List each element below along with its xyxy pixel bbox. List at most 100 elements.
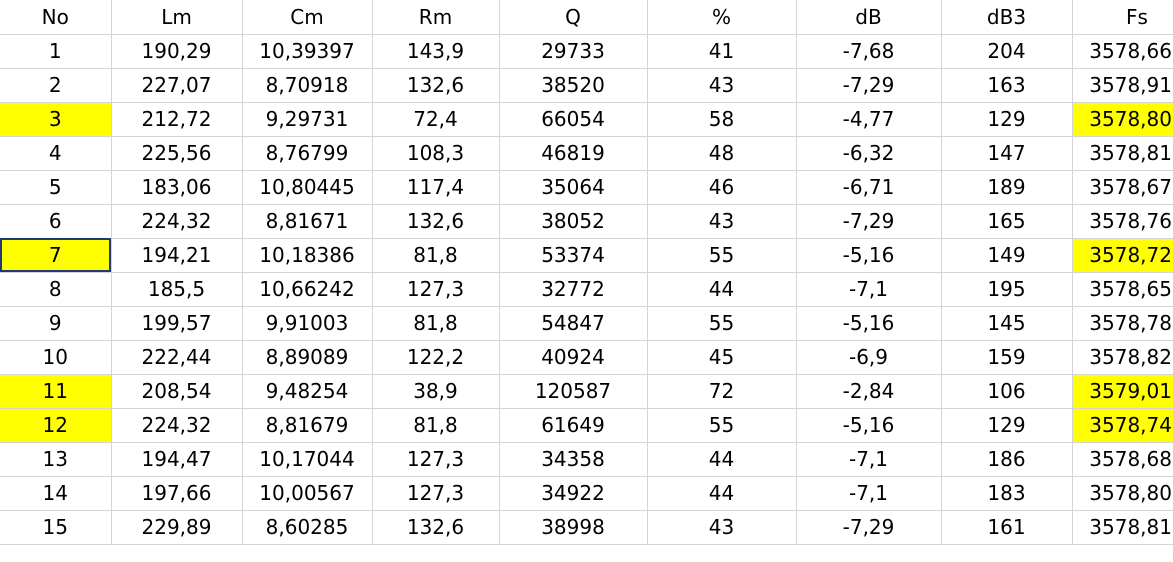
cell-db[interactable]: -2,84: [796, 374, 942, 409]
cell-rm[interactable]: 127,3: [372, 476, 500, 511]
cell-db[interactable]: -7,68: [796, 34, 942, 69]
cell-rm[interactable]: 72,4: [372, 102, 500, 137]
cell-lm[interactable]: 185,5: [111, 272, 243, 307]
cell-fs[interactable]: 3578,781: [1072, 306, 1173, 341]
cell-lm[interactable]: 199,57: [111, 306, 243, 341]
cell-db3[interactable]: 106: [941, 374, 1073, 409]
cell-rm[interactable]: 132,6: [372, 68, 500, 103]
cell-lm[interactable]: 225,56: [111, 136, 243, 171]
cell-cm[interactable]: 10,17044: [242, 442, 373, 477]
cell-rm[interactable]: 108,3: [372, 136, 500, 171]
cell-rm[interactable]: 132,6: [372, 510, 500, 545]
cell-db[interactable]: -6,71: [796, 170, 942, 205]
cell-cm[interactable]: 8,60285: [242, 510, 373, 545]
cell-percent[interactable]: 43: [647, 68, 797, 103]
cell-cm[interactable]: 9,48254: [242, 374, 373, 409]
cell-rm[interactable]: 127,3: [372, 442, 500, 477]
cell-db[interactable]: -7,29: [796, 510, 942, 545]
cell-db[interactable]: -4,77: [796, 102, 942, 137]
cell-percent[interactable]: 72: [647, 374, 797, 409]
cell-q[interactable]: 35064: [499, 170, 648, 205]
cell-cm[interactable]: 10,18386: [242, 238, 373, 273]
cell-db3[interactable]: 165: [941, 204, 1073, 239]
cell-percent[interactable]: 44: [647, 272, 797, 307]
cell-fs[interactable]: 3579,012: [1072, 374, 1173, 409]
cell-q[interactable]: 46819: [499, 136, 648, 171]
cell-cm[interactable]: 8,81679: [242, 408, 373, 443]
cell-no[interactable]: 12: [0, 408, 112, 443]
cell-db3[interactable]: 186: [941, 442, 1073, 477]
cell-cm[interactable]: 9,29731: [242, 102, 373, 137]
cell-db[interactable]: -6,32: [796, 136, 942, 171]
cell-no[interactable]: 4: [0, 136, 112, 171]
cell-percent[interactable]: 41: [647, 34, 797, 69]
cell-fs[interactable]: 3578,658: [1072, 272, 1173, 307]
cell-q[interactable]: 32772: [499, 272, 648, 307]
cell-fs[interactable]: 3578,673: [1072, 170, 1173, 205]
cell-q[interactable]: 34922: [499, 476, 648, 511]
cell-fs[interactable]: 3578,917: [1072, 68, 1173, 103]
cell-percent[interactable]: 55: [647, 238, 797, 273]
cell-fs[interactable]: 3578,668: [1072, 34, 1173, 69]
cell-no[interactable]: 1: [0, 34, 112, 69]
header-cell-rm[interactable]: Rm: [372, 0, 500, 35]
cell-lm[interactable]: 224,32: [111, 408, 243, 443]
cell-db3[interactable]: 159: [941, 340, 1073, 375]
cell-fs[interactable]: 3578,724: [1072, 238, 1173, 273]
cell-no[interactable]: 15: [0, 510, 112, 545]
cell-cm[interactable]: 10,80445: [242, 170, 373, 205]
cell-rm[interactable]: 132,6: [372, 204, 500, 239]
cell-no[interactable]: 10: [0, 340, 112, 375]
cell-cm[interactable]: 8,89089: [242, 340, 373, 375]
cell-percent[interactable]: 43: [647, 510, 797, 545]
cell-cm[interactable]: 10,39397: [242, 34, 373, 69]
cell-db[interactable]: -7,29: [796, 68, 942, 103]
cell-lm[interactable]: 227,07: [111, 68, 243, 103]
cell-no[interactable]: 9: [0, 306, 112, 341]
cell-fs[interactable]: 3578,763: [1072, 204, 1173, 239]
cell-percent[interactable]: 46: [647, 170, 797, 205]
cell-percent[interactable]: 44: [647, 442, 797, 477]
cell-db3[interactable]: 147: [941, 136, 1073, 171]
cell-db3[interactable]: 189: [941, 170, 1073, 205]
header-cell-fs[interactable]: Fs: [1072, 0, 1173, 35]
cell-rm[interactable]: 81,8: [372, 238, 500, 273]
cell-rm[interactable]: 38,9: [372, 374, 500, 409]
cell-cm[interactable]: 9,91003: [242, 306, 373, 341]
cell-no[interactable]: 5: [0, 170, 112, 205]
cell-db[interactable]: -7,29: [796, 204, 942, 239]
cell-db3[interactable]: 195: [941, 272, 1073, 307]
cell-percent[interactable]: 44: [647, 476, 797, 511]
header-cell-cm[interactable]: Cm: [242, 0, 373, 35]
cell-cm[interactable]: 8,81671: [242, 204, 373, 239]
header-cell-percent[interactable]: %: [647, 0, 797, 35]
cell-db[interactable]: -7,1: [796, 442, 942, 477]
cell-db[interactable]: -6,9: [796, 340, 942, 375]
cell-lm[interactable]: 194,21: [111, 238, 243, 273]
cell-no[interactable]: 11: [0, 374, 112, 409]
cell-fs[interactable]: 3578,689: [1072, 442, 1173, 477]
cell-db3[interactable]: 163: [941, 68, 1073, 103]
cell-db[interactable]: -5,16: [796, 408, 942, 443]
cell-percent[interactable]: 55: [647, 408, 797, 443]
cell-q[interactable]: 38520: [499, 68, 648, 103]
cell-db[interactable]: -7,1: [796, 272, 942, 307]
cell-fs[interactable]: 3578,801: [1072, 476, 1173, 511]
header-cell-db3[interactable]: dB3: [941, 0, 1073, 35]
cell-percent[interactable]: 43: [647, 204, 797, 239]
cell-percent[interactable]: 45: [647, 340, 797, 375]
cell-cm[interactable]: 8,70918: [242, 68, 373, 103]
cell-db3[interactable]: 129: [941, 408, 1073, 443]
cell-q[interactable]: 66054: [499, 102, 648, 137]
cell-rm[interactable]: 81,8: [372, 306, 500, 341]
cell-db[interactable]: -5,16: [796, 238, 942, 273]
cell-db[interactable]: -5,16: [796, 306, 942, 341]
cell-no[interactable]: 14: [0, 476, 112, 511]
cell-percent[interactable]: 58: [647, 102, 797, 137]
cell-db3[interactable]: 129: [941, 102, 1073, 137]
cell-lm[interactable]: 208,54: [111, 374, 243, 409]
cell-no[interactable]: 6: [0, 204, 112, 239]
cell-q[interactable]: 54847: [499, 306, 648, 341]
cell-db[interactable]: -7,1: [796, 476, 942, 511]
header-cell-lm[interactable]: Lm: [111, 0, 243, 35]
